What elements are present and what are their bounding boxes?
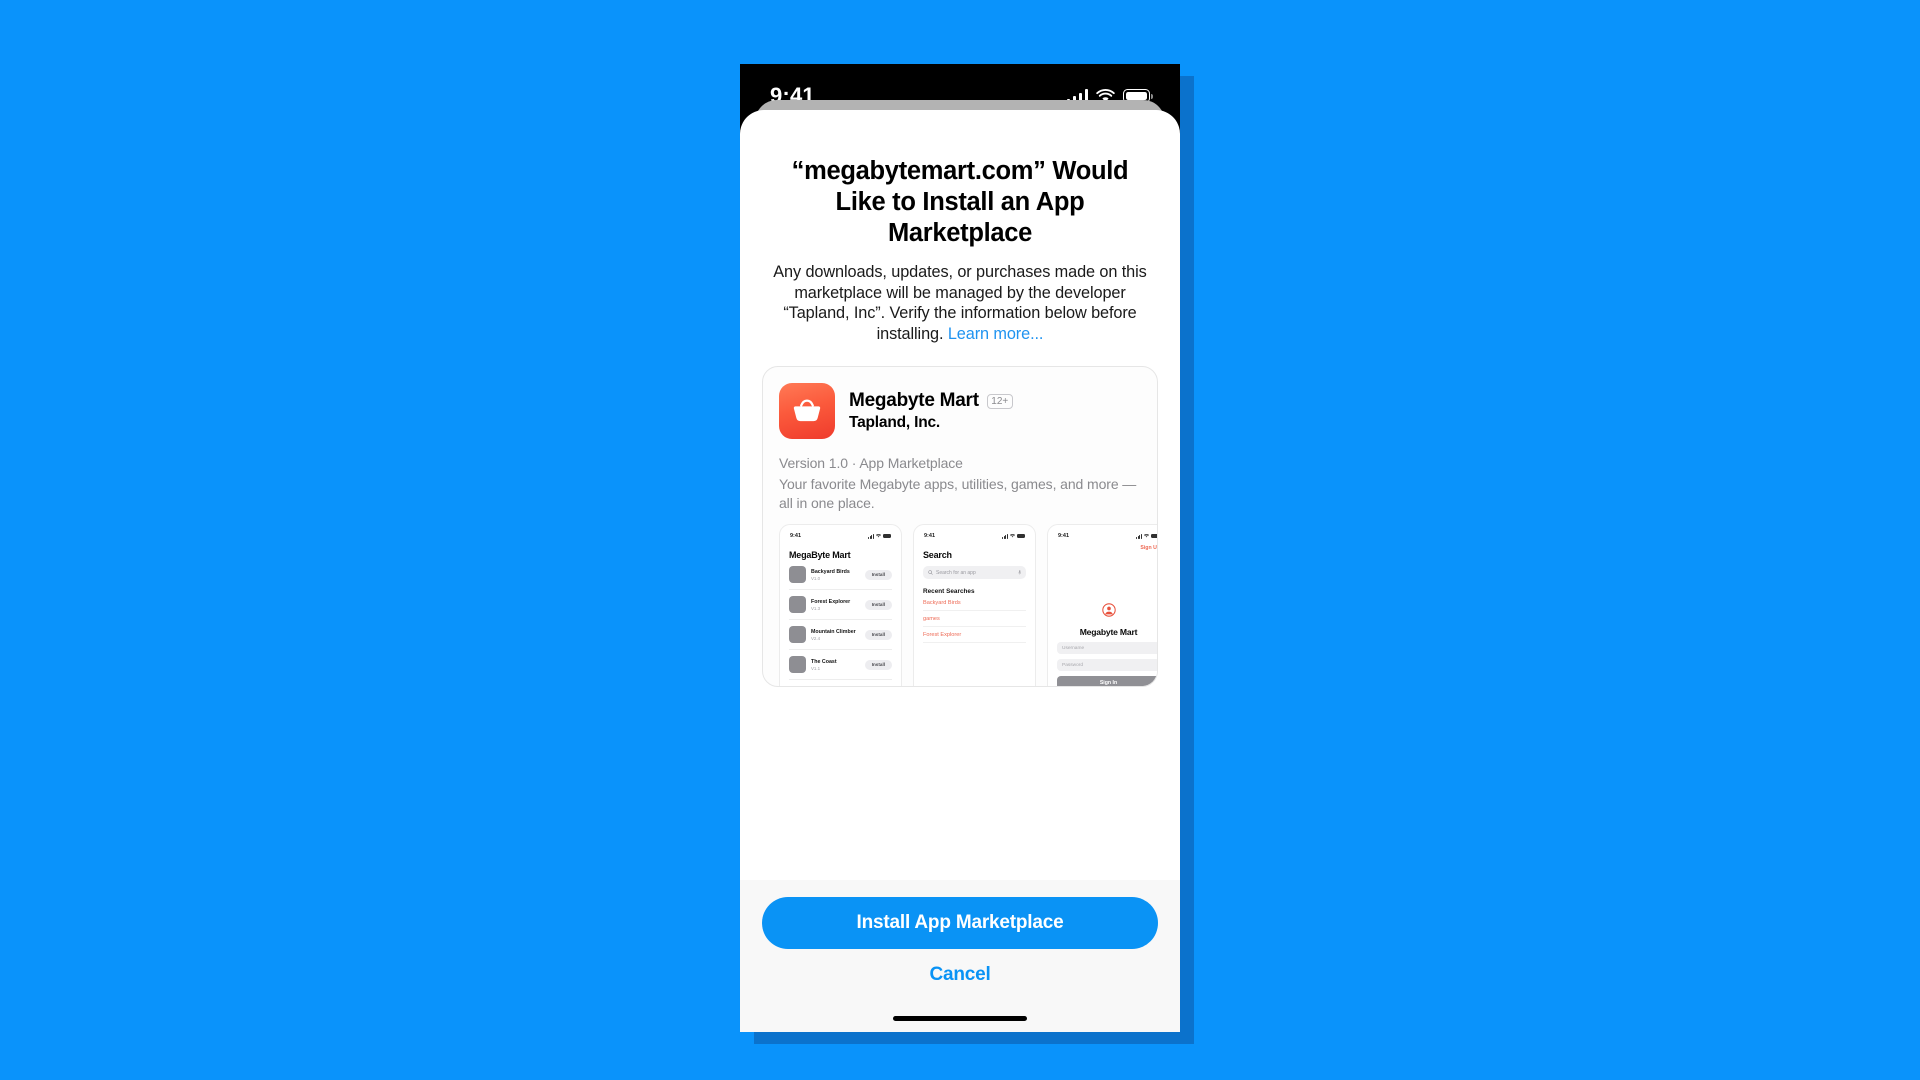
install-button: Install xyxy=(864,599,892,610)
mini-status-time: 9:41 xyxy=(924,533,936,540)
list-item: Mountain Climber V2.4 Install xyxy=(789,620,892,651)
app-list-screenshot[interactable]: 9:41 MegaByte Mart Backyard Birds V1.0 I… xyxy=(779,524,902,687)
battery-icon xyxy=(1151,534,1157,539)
app-version-line: Version 1.0 · App Marketplace xyxy=(779,455,963,472)
app-description: Your favorite Megabyte apps, utilities, … xyxy=(779,476,1137,511)
password-field: Password xyxy=(1057,659,1157,672)
list-item-text: The Coast V1.1 xyxy=(811,659,860,671)
battery-icon xyxy=(1017,534,1025,539)
app-thumbnail xyxy=(789,596,806,614)
list-item-text: Backyard Birds V1.0 xyxy=(811,569,860,581)
install-button: Install xyxy=(864,629,892,640)
mini-status-bar: 9:41 xyxy=(780,525,901,539)
page-title: “megabytemart.com” Would Like to Install… xyxy=(791,157,1129,248)
mini-status-icons xyxy=(1001,534,1025,539)
app-developer: Tapland, Inc. xyxy=(849,414,940,432)
list-item: Backyard Birds V1.0 Install xyxy=(789,560,892,591)
app-header: Megabyte Mart 12+ Tapland, Inc. xyxy=(779,383,1141,440)
list-item-version: V1.3 xyxy=(811,605,821,611)
sign-in-button: Sign In xyxy=(1057,676,1157,687)
account-avatar-icon xyxy=(1101,603,1116,618)
login-form: Megabyte Mart Username Password Sign In xyxy=(1048,603,1157,687)
list-item: The Coast V1.1 Install xyxy=(789,650,892,681)
list-item-name: Mountain Climber xyxy=(811,628,856,635)
list-item-version: V1.0 xyxy=(811,575,821,581)
list-item-text: Forest Explorer V1.3 xyxy=(811,599,860,611)
install-button: Install xyxy=(864,569,892,580)
wifi-icon xyxy=(876,534,881,538)
sheet-action-bar: Install App Marketplace Cancel xyxy=(740,880,1180,1032)
cellular-signal-icon xyxy=(867,534,874,539)
mini-status-bar: 9:41 xyxy=(914,525,1035,539)
home-indicator[interactable] xyxy=(893,1016,1027,1021)
mini-status-time: 9:41 xyxy=(790,533,802,540)
app-thumbnail xyxy=(789,656,806,674)
search-placeholder: Search for an app xyxy=(936,569,976,576)
cancel-button[interactable]: Cancel xyxy=(762,963,1158,987)
wifi-icon xyxy=(1010,534,1015,538)
list-item-name: The Coast xyxy=(811,658,837,665)
age-rating-badge: 12+ xyxy=(986,393,1013,409)
cellular-signal-icon xyxy=(1135,534,1142,539)
search-icon xyxy=(928,570,933,576)
login-title: Megabyte Mart xyxy=(1079,627,1138,638)
mini-status-time: 9:41 xyxy=(1058,533,1070,540)
recent-search-item: games xyxy=(923,611,1026,628)
shopping-basket-icon xyxy=(779,383,835,440)
learn-more-link[interactable]: Learn more... xyxy=(948,325,1044,343)
app-name-row: Megabyte Mart 12+ xyxy=(849,390,1013,412)
list-item-name: Backyard Birds xyxy=(811,568,850,575)
battery-icon xyxy=(883,534,891,539)
app-info-card: Megabyte Mart 12+ Tapland, Inc. Version … xyxy=(762,366,1158,688)
install-app-marketplace-button[interactable]: Install App Marketplace xyxy=(762,897,1158,949)
screenshot-body: Search Search for an app Recent Searches… xyxy=(914,550,1035,644)
list-item-version: V1.1 xyxy=(811,665,821,671)
sign-in-screenshot[interactable]: 9:41 Sign Up xyxy=(1047,524,1157,687)
username-field: Username xyxy=(1057,642,1157,655)
microphone-icon xyxy=(1017,570,1021,575)
search-input: Search for an app xyxy=(923,566,1026,580)
cellular-signal-icon xyxy=(1001,534,1008,539)
install-marketplace-sheet: “megabytemart.com” Would Like to Install… xyxy=(740,110,1180,1032)
list-item-name: Forest Explorer xyxy=(811,598,851,605)
list-item-text: Mountain Climber V2.4 xyxy=(811,629,860,641)
app-name: Megabyte Mart xyxy=(849,390,979,412)
recent-search-item: Backyard Birds xyxy=(923,595,1026,612)
screenshot-gallery[interactable]: 9:41 MegaByte Mart Backyard Birds V1.0 I… xyxy=(779,524,1157,687)
sheet-description: Any downloads, updates, or purchases mad… xyxy=(764,262,1156,344)
app-thumbnail xyxy=(789,566,806,584)
app-thumbnail xyxy=(789,626,806,644)
recent-search-item: Forest Explorer xyxy=(923,627,1026,644)
screenshot-heading: Search xyxy=(923,550,952,561)
mini-status-bar: 9:41 xyxy=(1048,525,1157,540)
mini-status-icons xyxy=(1135,534,1157,539)
recent-searches-heading: Recent Searches xyxy=(923,588,975,596)
install-button: Install xyxy=(864,659,892,670)
screenshot-heading: MegaByte Mart xyxy=(789,550,851,561)
app-meta: Megabyte Mart 12+ Tapland, Inc. xyxy=(849,390,1013,432)
list-item: Forest Explorer V1.3 Install xyxy=(789,590,892,621)
sheet-content: “megabytemart.com” Would Like to Install… xyxy=(740,110,1180,880)
phone-frame: 9:41 “megabytemart.com” Would Like to In… xyxy=(740,64,1180,1032)
search-screenshot[interactable]: 9:41 Search Search for an app Recent Sea… xyxy=(913,524,1036,687)
wifi-icon xyxy=(1144,534,1149,538)
sign-up-link: Sign Up xyxy=(1140,545,1157,552)
screenshot-body: MegaByte Mart Backyard Birds V1.0 Instal… xyxy=(780,550,901,681)
list-item-version: V2.4 xyxy=(811,635,821,641)
mini-status-icons xyxy=(867,534,891,539)
